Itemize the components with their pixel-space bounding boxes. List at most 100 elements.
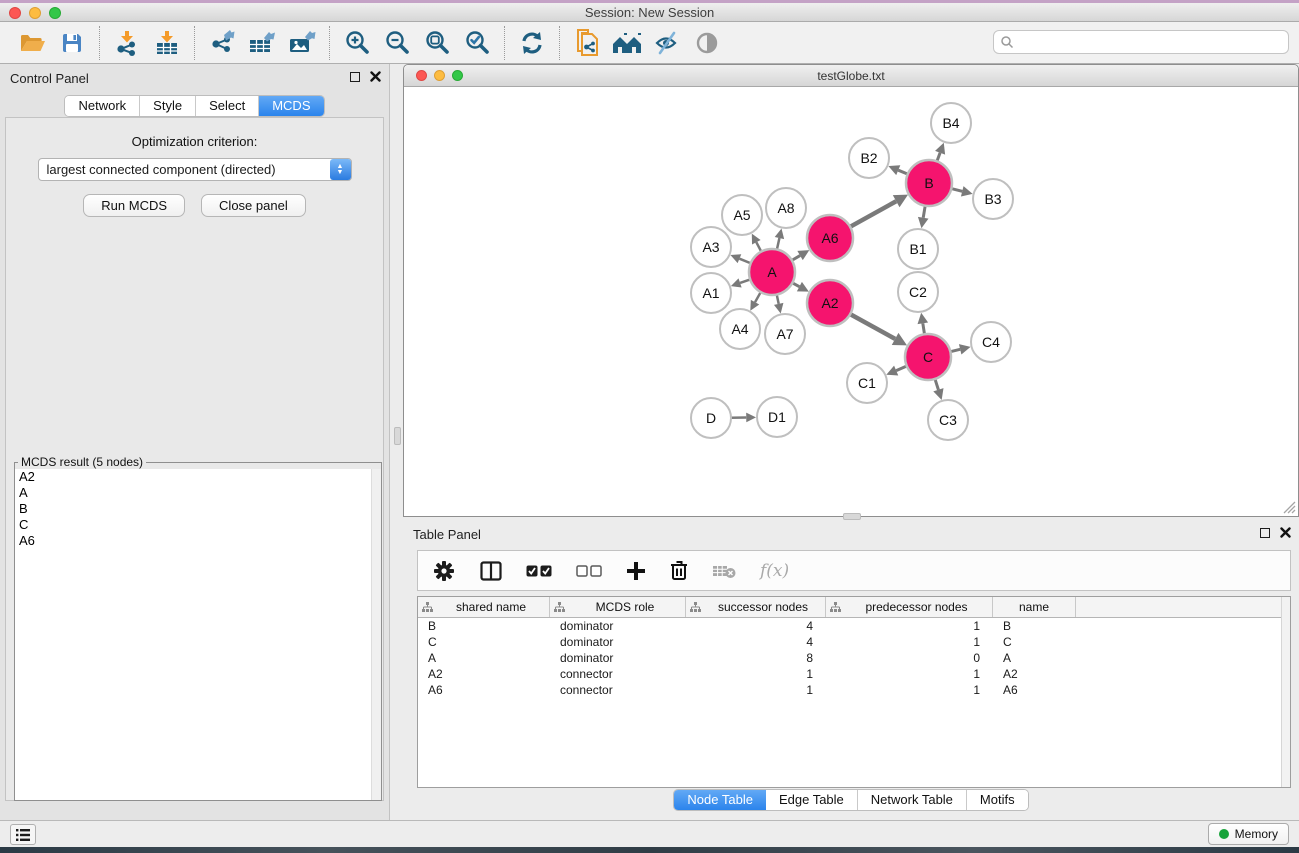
open-session-icon[interactable] [12, 25, 52, 61]
run-mcds-button[interactable]: Run MCDS [83, 194, 185, 217]
graph-edge-A-A3[interactable] [730, 254, 750, 263]
graph-edge-A-A7[interactable] [774, 295, 783, 314]
result-item[interactable]: A [15, 485, 381, 501]
table-cell[interactable]: A6 [418, 682, 550, 698]
close-window-button[interactable] [9, 7, 21, 19]
mcds-result-list[interactable]: A2ABCA6 [15, 469, 381, 800]
graph-node-C[interactable]: C [905, 334, 951, 380]
close-panel-button[interactable]: Close panel [201, 194, 306, 217]
table-cell[interactable]: 1 [826, 682, 993, 698]
table-cell[interactable]: connector [550, 682, 686, 698]
graph-node-C4[interactable]: C4 [971, 322, 1011, 362]
export-table-icon[interactable] [242, 25, 282, 61]
delete-column-icon[interactable] [670, 560, 688, 581]
graph-edge-C-C3[interactable] [933, 379, 943, 400]
refresh-view-icon[interactable] [512, 25, 552, 61]
graph-node-D[interactable]: D [691, 398, 731, 438]
add-column-icon[interactable] [626, 561, 646, 581]
graph-edge-A-A5[interactable] [752, 234, 762, 252]
result-item[interactable]: B [15, 501, 381, 517]
minimize-network-window-button[interactable] [434, 70, 445, 81]
zoom-out-icon[interactable] [377, 25, 417, 61]
graph-node-B1[interactable]: B1 [898, 229, 938, 269]
table-cell[interactable]: dominator [550, 634, 686, 650]
graph-node-C3[interactable]: C3 [928, 400, 968, 440]
table-cell[interactable]: 1 [826, 666, 993, 682]
settings-gear-icon[interactable] [432, 559, 456, 583]
import-table-icon[interactable] [147, 25, 187, 61]
function-builder-icon[interactable]: f(x) [760, 561, 789, 581]
column-header-MCDS-role[interactable]: MCDS role [550, 597, 686, 617]
close-network-window-button[interactable] [416, 70, 427, 81]
column-header-predecessor-nodes[interactable]: predecessor nodes [826, 597, 993, 617]
task-history-button[interactable] [10, 824, 36, 845]
table-cell[interactable]: 4 [686, 618, 826, 634]
table-cell[interactable]: connector [550, 666, 686, 682]
export-image-icon[interactable] [282, 25, 322, 61]
graph-node-B[interactable]: B [906, 160, 952, 206]
zoom-fit-icon[interactable] [417, 25, 457, 61]
table-cell[interactable]: B [993, 618, 1076, 634]
select-all-checks-icon[interactable] [526, 565, 552, 577]
tab-motifs[interactable]: Motifs [967, 790, 1028, 810]
first-neighbors-icon[interactable] [607, 25, 647, 61]
table-cell[interactable]: C [418, 634, 550, 650]
table-cell[interactable]: dominator [550, 650, 686, 666]
close-panel-icon[interactable] [370, 71, 381, 82]
table-row[interactable]: Bdominator41B [418, 618, 1290, 634]
table-cell[interactable]: dominator [550, 618, 686, 634]
tab-network-table[interactable]: Network Table [858, 790, 967, 810]
graph-node-A8[interactable]: A8 [766, 188, 806, 228]
zoom-in-icon[interactable] [337, 25, 377, 61]
column-header-name[interactable]: name [993, 597, 1076, 617]
table-cell[interactable]: B [418, 618, 550, 634]
graph-node-A3[interactable]: A3 [691, 227, 731, 267]
table-cell[interactable]: 1 [686, 682, 826, 698]
graph-node-C1[interactable]: C1 [847, 363, 887, 403]
column-header-successor-nodes[interactable]: successor nodes [686, 597, 826, 617]
new-network-from-selection-icon[interactable] [567, 25, 607, 61]
graph-node-D1[interactable]: D1 [757, 397, 797, 437]
table-cell[interactable]: 1 [826, 634, 993, 650]
network-window-titlebar[interactable]: testGlobe.txt [404, 65, 1298, 87]
maximize-network-window-button[interactable] [452, 70, 463, 81]
table-cell[interactable]: 1 [686, 666, 826, 682]
hide-selected-icon[interactable] [647, 25, 687, 61]
graph-node-B4[interactable]: B4 [931, 103, 971, 143]
maximize-window-button[interactable] [49, 7, 61, 19]
tab-network[interactable]: Network [65, 96, 140, 116]
graph-edge-B-B2[interactable] [888, 165, 907, 175]
graph-edge-B-B4[interactable] [935, 143, 945, 162]
graph-node-B3[interactable]: B3 [973, 179, 1013, 219]
graph-edge-A-A2[interactable] [792, 282, 809, 292]
tab-node-table[interactable]: Node Table [674, 790, 766, 810]
tab-mcds[interactable]: MCDS [259, 96, 323, 116]
table-cell[interactable]: 0 [826, 650, 993, 666]
tab-style[interactable]: Style [140, 96, 196, 116]
close-table-panel-icon[interactable] [1280, 527, 1291, 538]
minimize-window-button[interactable] [29, 7, 41, 19]
import-network-icon[interactable] [107, 25, 147, 61]
result-item[interactable]: A2 [15, 469, 381, 485]
table-cell[interactable]: 8 [686, 650, 826, 666]
search-input[interactable] [1014, 35, 1282, 49]
graph-node-C2[interactable]: C2 [898, 272, 938, 312]
table-cell[interactable]: A6 [993, 682, 1076, 698]
result-scrollbar[interactable] [371, 469, 381, 800]
graph-edge-C-C4[interactable] [950, 344, 970, 354]
show-all-icon[interactable] [687, 25, 727, 61]
table-cell[interactable]: C [993, 634, 1076, 650]
table-row[interactable]: Adominator80A [418, 650, 1290, 666]
table-cell[interactable]: A [993, 650, 1076, 666]
table-row[interactable]: A2connector11A2 [418, 666, 1290, 682]
graph-edge-B-B3[interactable] [951, 186, 972, 196]
deselect-all-checks-icon[interactable] [576, 565, 602, 577]
export-network-icon[interactable] [202, 25, 242, 61]
graph-edge-A6-B[interactable] [850, 195, 908, 227]
table-cell[interactable]: A [418, 650, 550, 666]
node-table[interactable]: shared nameMCDS rolesuccessor nodesprede… [417, 596, 1291, 788]
zoom-selected-icon[interactable] [457, 25, 497, 61]
vertical-splitter-grip[interactable] [394, 427, 401, 445]
graph-edge-B-B1[interactable] [918, 206, 929, 229]
column-header-shared-name[interactable]: shared name [418, 597, 550, 617]
